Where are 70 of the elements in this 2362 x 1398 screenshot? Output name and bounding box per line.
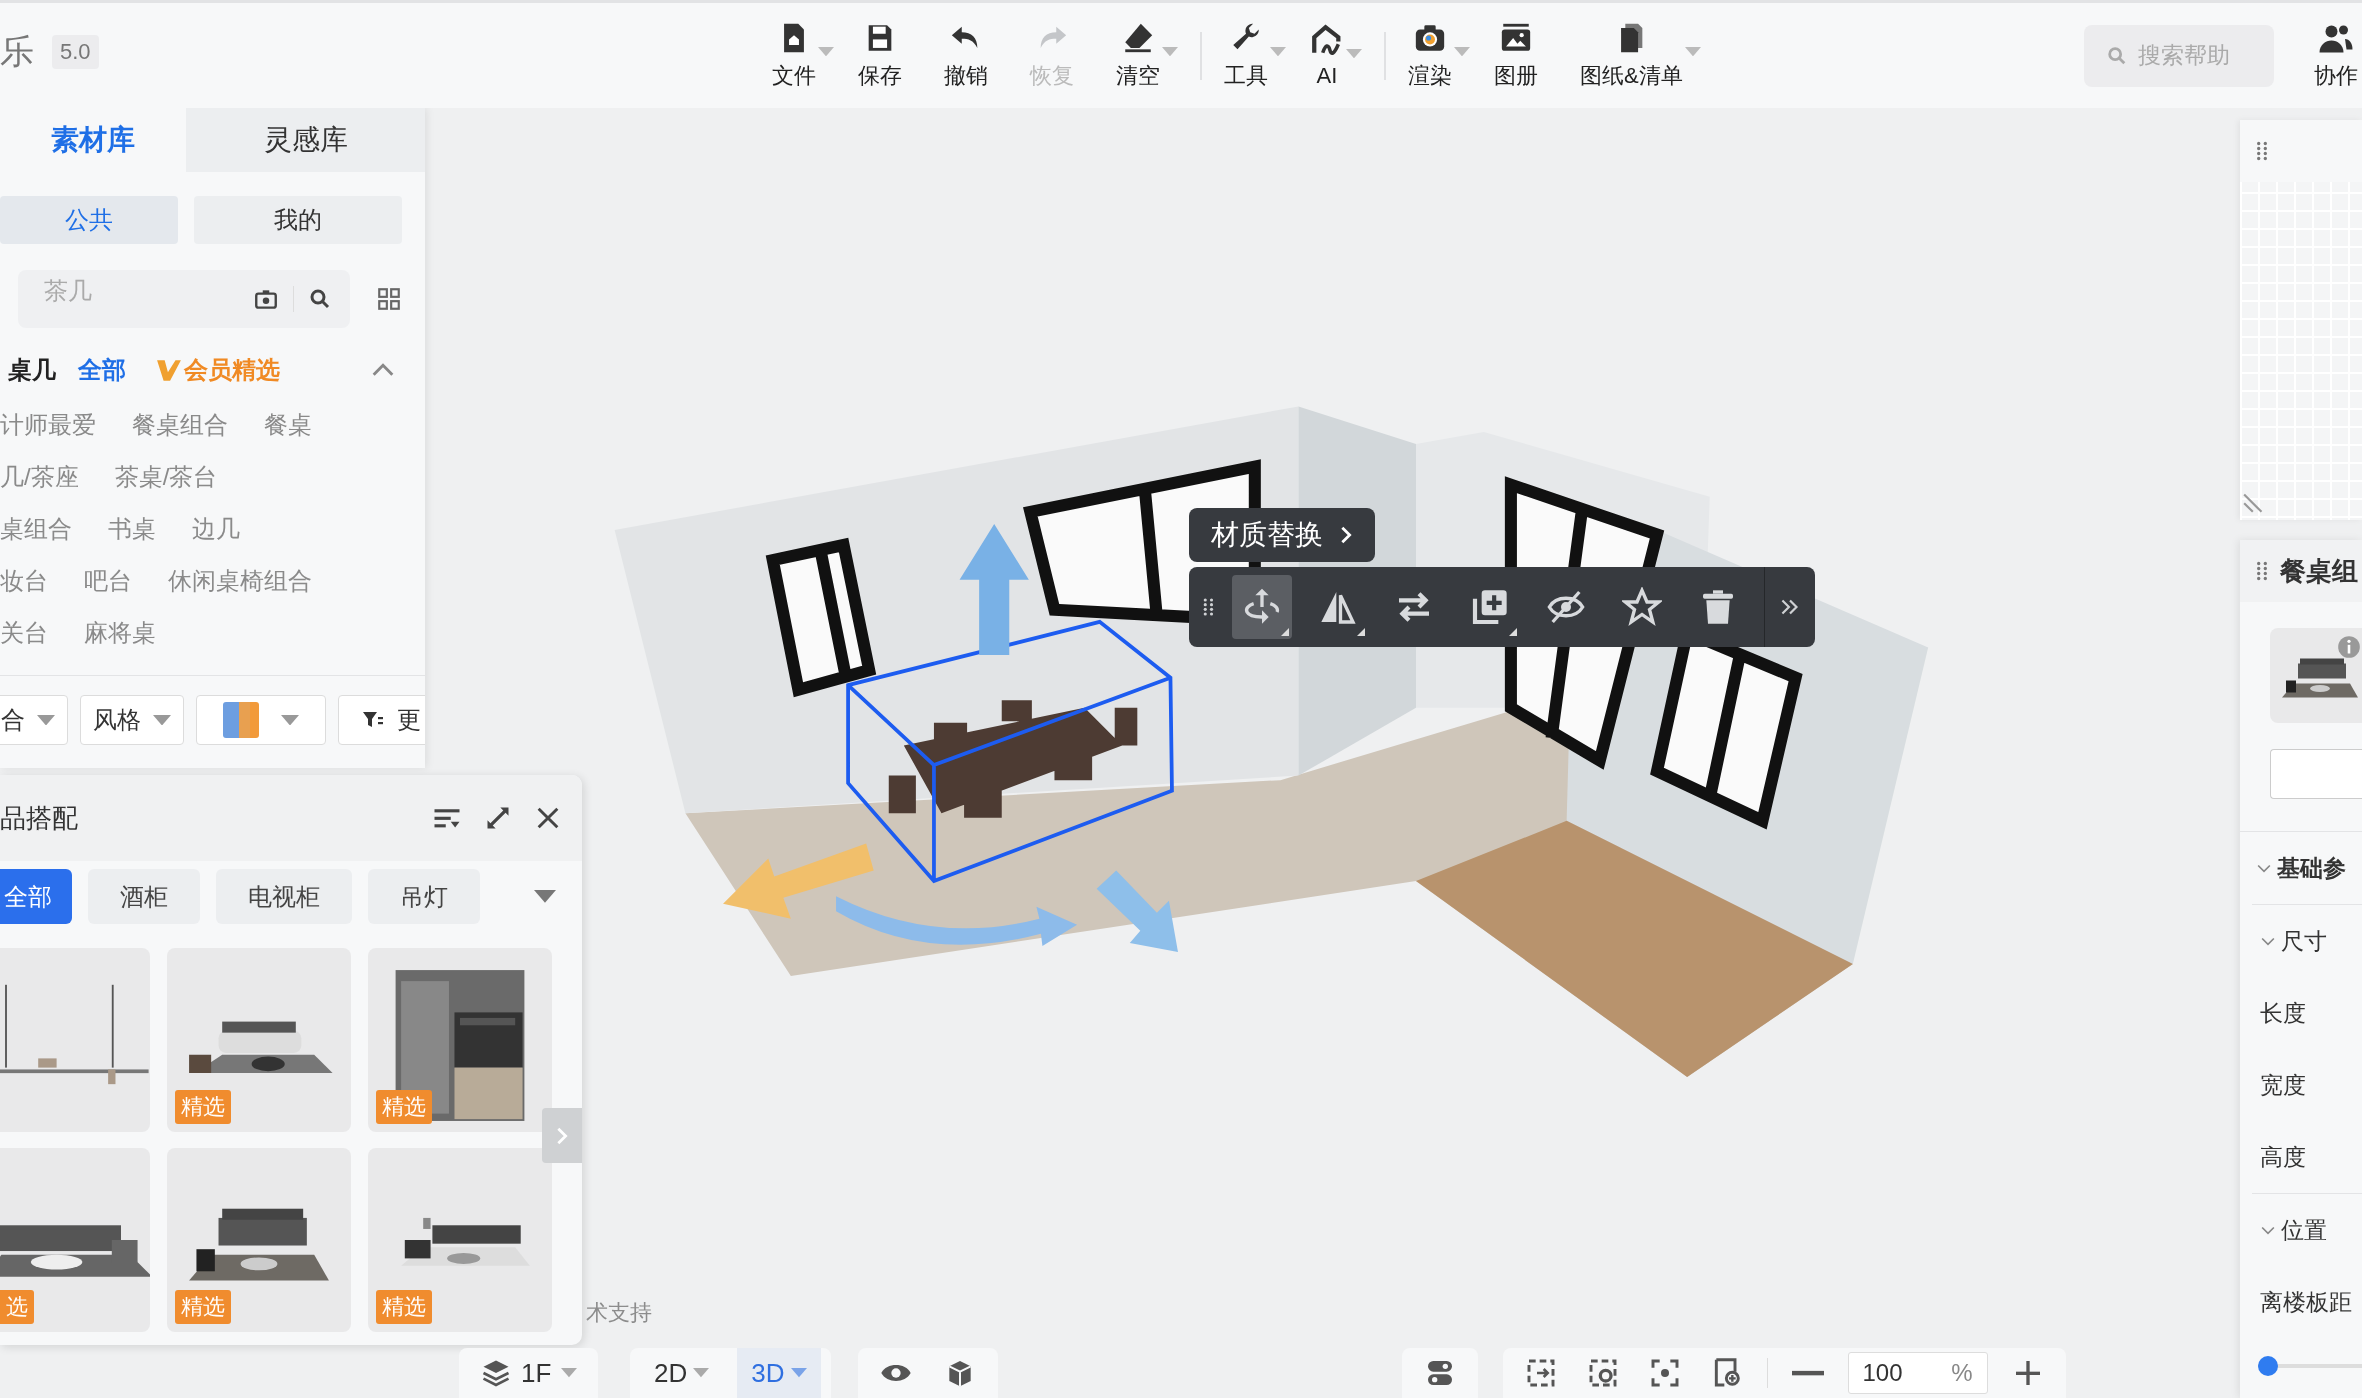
toolbar-button[interactable]: 图册 <box>1482 20 1568 91</box>
toolbar-button[interactable]: 工具 <box>1212 20 1298 91</box>
category-link[interactable]: 全部 <box>78 354 126 386</box>
layers-icon <box>481 1358 511 1388</box>
collaborate-button[interactable]: 协作 <box>2314 20 2362 91</box>
name-field[interactable] <box>2270 749 2362 799</box>
help-search-field[interactable]: 搜索帮助 <box>2084 24 2274 87</box>
library-tab[interactable]: 灵感库 <box>186 108 425 172</box>
category-chip[interactable]: 全部 <box>0 869 72 924</box>
color-filter-dropdown[interactable] <box>196 695 326 745</box>
logo-text: 乐 <box>0 30 34 72</box>
caret-icon <box>790 1368 807 1378</box>
search-field[interactable]: 茶几 <box>18 270 350 328</box>
search-input[interactable]: 茶几 <box>42 276 239 306</box>
caret-icon <box>561 1368 578 1378</box>
field-label: 宽度 <box>2260 1070 2306 1100</box>
star-icon <box>1622 587 1662 627</box>
category-chip[interactable]: 酒柜 <box>88 869 200 924</box>
view-mode-tab[interactable]: 2D <box>640 1348 724 1398</box>
toolbar-button[interactable]: 保存 <box>846 20 932 91</box>
field-label: 长度 <box>2260 998 2306 1028</box>
section-title[interactable]: 基础参 <box>2277 852 2346 884</box>
color-swatch-icon <box>223 702 259 738</box>
filter-dropdown[interactable]: 风格 <box>80 695 184 745</box>
info-icon <box>2336 634 2362 660</box>
featured-badge: 精选 <box>376 1290 432 1324</box>
more-categories-button[interactable] <box>534 890 556 903</box>
toolbar-button[interactable]: 渲染 <box>1396 20 1482 91</box>
toolbar-button[interactable]: 清空 <box>1104 20 1190 91</box>
featured-badge: 选 <box>0 1290 34 1324</box>
panel-title: 品搭配 <box>0 801 79 835</box>
featured-badge: 精选 <box>376 1090 432 1124</box>
section-title[interactable]: 尺寸 <box>2281 925 2327 957</box>
category-chip[interactable]: 电视柜 <box>216 869 352 924</box>
caret-icon <box>37 714 55 726</box>
featured-badge: 精选 <box>175 1090 231 1124</box>
v-logo-icon <box>156 357 182 383</box>
grid-view-icon <box>376 286 402 312</box>
field-label: 高度 <box>2260 1142 2306 1172</box>
category-title: 桌几 <box>8 355 56 385</box>
toolbar-button[interactable]: AI <box>1298 22 1374 89</box>
selection-box[interactable] <box>846 619 1174 884</box>
toolbar-button[interactable]: 撤销 <box>932 20 1018 91</box>
search-icon <box>2106 44 2128 67</box>
toolbar-button[interactable]: 图纸&清单 <box>1568 20 1713 91</box>
scope-tab[interactable]: 我的 <box>194 196 402 244</box>
help-search-input[interactable]: 搜索帮助 <box>2136 41 2260 70</box>
scope-tab[interactable]: 公共 <box>0 196 178 244</box>
filter-dropdown[interactable]: 合 <box>0 695 68 745</box>
caret-icon <box>534 890 556 903</box>
field-label: 离楼板距 <box>2260 1287 2352 1317</box>
minus-icon <box>1791 1369 1824 1377</box>
library-tab[interactable]: 素材库 <box>0 108 186 172</box>
support-text: 术支持 <box>586 1299 652 1327</box>
more-filters-button[interactable]: 更 <box>338 695 425 745</box>
panel-title: 餐桌组 <box>2280 554 2358 588</box>
slider-thumb[interactable] <box>2258 1356 2278 1376</box>
section-title[interactable]: 位置 <box>2281 1214 2327 1246</box>
search-icon <box>308 287 332 311</box>
object-tool-button[interactable] <box>1231 575 1292 639</box>
caret-icon <box>281 714 299 726</box>
toolbar-button[interactable]: 文件 <box>760 20 846 91</box>
caret-icon <box>153 714 171 726</box>
version-badge: 5.0 <box>52 34 99 69</box>
view-mode-tab[interactable]: 3D <box>737 1348 821 1398</box>
zoom-field[interactable]: 100 % <box>1847 1352 1988 1394</box>
caret-icon <box>693 1368 710 1378</box>
category-chip[interactable]: 吊灯 <box>368 869 480 924</box>
material-replace-button[interactable]: 材质替换 <box>1189 508 1375 562</box>
featured-badge: 精选 <box>175 1290 231 1324</box>
